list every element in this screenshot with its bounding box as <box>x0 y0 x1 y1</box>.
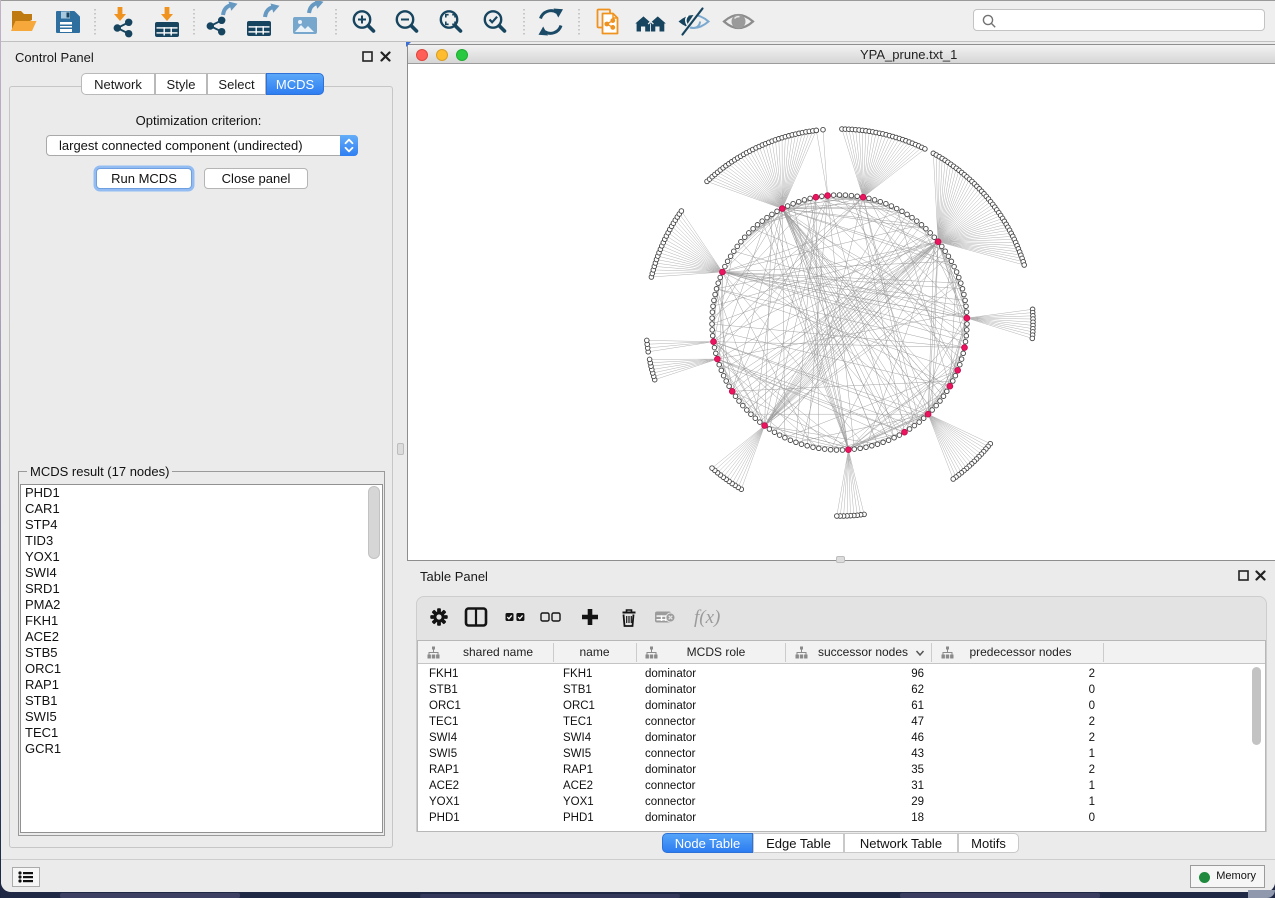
svg-text:f(x): f(x) <box>694 607 720 628</box>
